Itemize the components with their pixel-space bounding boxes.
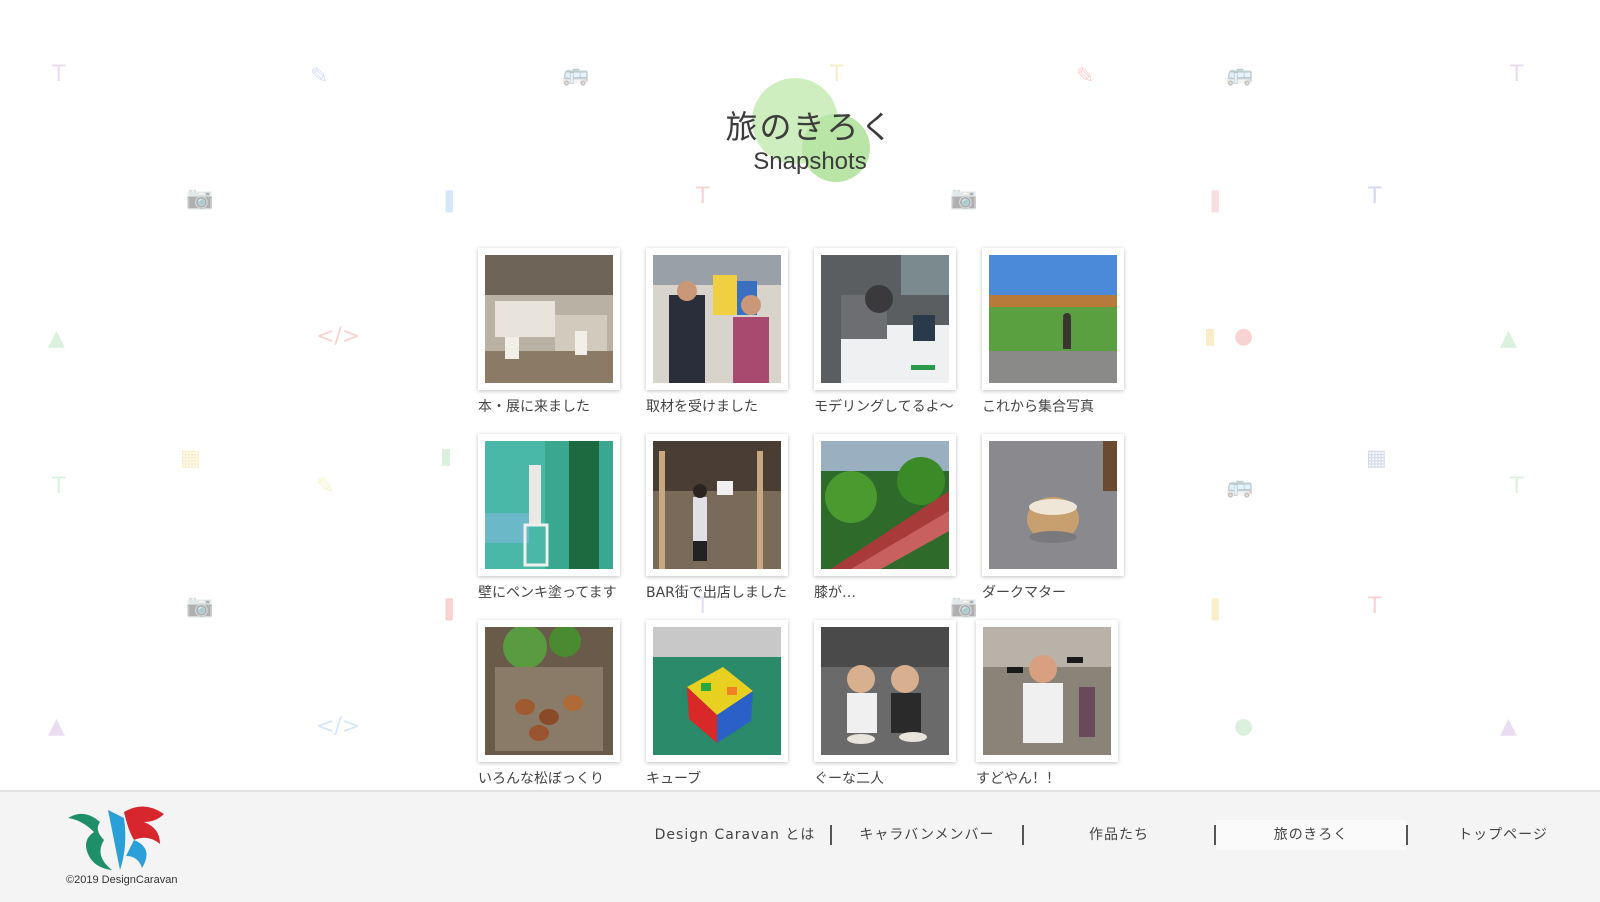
photo-caption: ダークマター — [982, 585, 1066, 601]
gallery-item[interactable]: いろんな松ぼっくり — [478, 620, 648, 788]
gallery-item[interactable]: 取材を受けました — [646, 248, 816, 416]
text-t-icon: T — [1368, 594, 1382, 619]
pencil-icon: ✎ — [310, 64, 329, 89]
design-caravan-logo[interactable] — [64, 800, 174, 878]
gallery-item[interactable]: BAR街で出店しました — [646, 434, 816, 602]
photo-caption: すどやん！！ — [976, 771, 1060, 787]
cube-photo — [653, 627, 781, 755]
nav-works[interactable]: 作品たち — [1024, 820, 1214, 850]
field-photo — [989, 255, 1117, 383]
bulb-icon: ❚ — [1206, 188, 1225, 213]
photo-caption: これから集合写真 — [982, 399, 1094, 415]
photo-frame — [814, 620, 956, 762]
gallery-item[interactable]: 壁にペンキ塗ってます — [478, 434, 648, 602]
t-icon: T — [1510, 474, 1524, 499]
stairs-photo — [821, 441, 949, 569]
page-title-en: Snapshots — [753, 148, 867, 175]
palette-icon: ● — [1234, 714, 1254, 739]
photo-caption: 本・展に来ました — [478, 399, 590, 415]
gallery-item[interactable]: キューブ — [646, 620, 816, 788]
photo-frame — [982, 434, 1124, 576]
photo-frame — [478, 620, 620, 762]
file-icon: ▮ — [1204, 324, 1217, 349]
site-footer: ©2019 DesignCaravan Design Caravan とは キャ… — [0, 790, 1600, 902]
photo-caption: 壁にペンキ塗ってます — [478, 585, 617, 601]
package-icon: ▦ — [180, 446, 201, 471]
t-icon: T — [52, 62, 66, 87]
package-icon: ▦ — [1366, 446, 1387, 471]
bulb-icon: ❚ — [440, 596, 459, 621]
camera-icon: 📷 — [186, 594, 214, 619]
copyright-text: ©2019 DesignCaravan — [66, 874, 178, 886]
page-title: 旅のきろく Snapshots — [700, 74, 920, 184]
nav-about[interactable]: Design Caravan とは — [640, 820, 830, 850]
camera-icon: 📷 — [186, 186, 214, 211]
image-icon: ▲ — [48, 714, 65, 739]
photo-caption: ぐーな二人 — [814, 771, 884, 787]
t-icon: T — [1510, 62, 1524, 87]
bus-icon: 🚌 — [562, 62, 590, 87]
photo-caption: いろんな松ぼっくり — [478, 771, 604, 787]
photo-frame — [976, 620, 1118, 762]
code-icon: </> — [316, 714, 361, 739]
text-t-icon: T — [696, 184, 710, 209]
photo-frame — [646, 620, 788, 762]
photo-caption: 取材を受けました — [646, 399, 758, 415]
bulb-icon: ❚ — [1206, 596, 1225, 621]
nav-top-page[interactable]: トップページ — [1408, 820, 1598, 850]
sudoyan-photo — [983, 627, 1111, 755]
text-t-icon: T — [1368, 184, 1382, 209]
photo-frame — [478, 248, 620, 390]
bulb-icon: ❚ — [440, 188, 459, 213]
palette-icon: ● — [1234, 324, 1254, 349]
photo-frame — [646, 434, 788, 576]
modeling-photo — [821, 255, 949, 383]
pinecone-photo — [485, 627, 613, 755]
gallery-item[interactable]: すどやん！！ — [976, 620, 1146, 788]
photo-caption: BAR街で出店しました — [646, 585, 787, 601]
photo-frame — [814, 434, 956, 576]
gallery-item[interactable]: これから集合写真 — [982, 248, 1152, 416]
photo-caption: キューブ — [646, 771, 702, 787]
bar-photo — [653, 441, 781, 569]
photo-frame — [478, 434, 620, 576]
photo-frame — [814, 248, 956, 390]
image-icon: ▲ — [1500, 326, 1517, 351]
footer-nav: Design Caravan とは キャラバンメンバー 作品たち 旅のきろく ト… — [640, 820, 1598, 850]
photo-frame — [982, 248, 1124, 390]
photo-caption: モデリングしてるよ～ — [814, 399, 954, 415]
image-icon: ▲ — [48, 326, 65, 351]
interview-photo — [653, 255, 781, 383]
nav-snapshots[interactable]: 旅のきろく — [1216, 820, 1406, 850]
exhibition-photo — [485, 255, 613, 383]
page-title-jp: 旅のきろく — [725, 108, 895, 146]
gallery-item[interactable]: 本・展に来ました — [478, 248, 648, 416]
bus-icon: 🚌 — [1226, 62, 1254, 87]
t-icon: T — [52, 474, 66, 499]
file-icon: ▮ — [440, 444, 453, 469]
pencil-icon: ✎ — [1076, 64, 1095, 89]
photo-caption: 膝が… — [814, 585, 856, 601]
bus-icon: 🚌 — [1226, 474, 1254, 499]
gallery-item[interactable]: 膝が… — [814, 434, 984, 602]
image-icon: ▲ — [1500, 714, 1517, 739]
painting-photo — [485, 441, 613, 569]
nav-members[interactable]: キャラバンメンバー — [832, 820, 1022, 850]
gallery-item[interactable]: ぐーな二人 — [814, 620, 984, 788]
photo-frame — [646, 248, 788, 390]
gallery-item[interactable]: ダークマター — [982, 434, 1152, 602]
gallery-item[interactable]: モデリングしてるよ～ — [814, 248, 984, 416]
pencil-icon: ✎ — [316, 474, 335, 499]
camera-icon: 📷 — [950, 186, 978, 211]
dessert-photo — [989, 441, 1117, 569]
code-icon: </> — [316, 324, 361, 349]
two-people-photo — [821, 627, 949, 755]
